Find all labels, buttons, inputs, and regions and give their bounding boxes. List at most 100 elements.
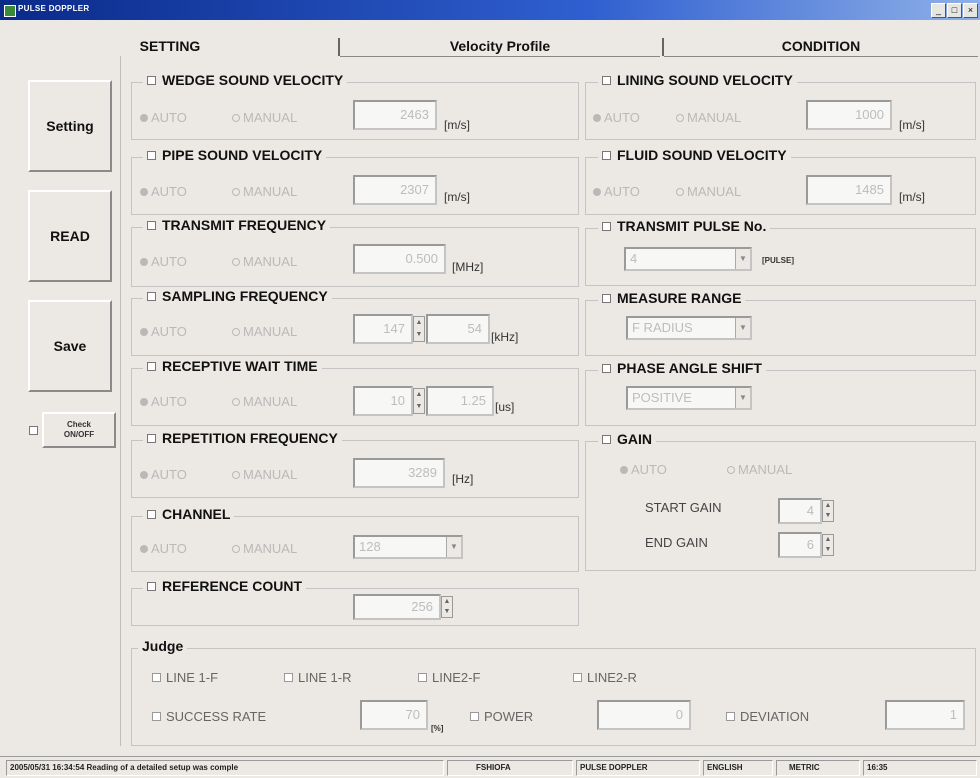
- measure-range-select[interactable]: F RADIUS ▼: [626, 316, 752, 340]
- deviation-field[interactable]: 1: [885, 700, 965, 730]
- wedge-checkbox[interactable]: [147, 75, 156, 85]
- fluid-auto-radio[interactable]: AUTO: [593, 184, 640, 199]
- receptive-wait-spinner[interactable]: ▲ ▼: [413, 388, 425, 414]
- tab-condition[interactable]: CONDITION: [664, 36, 978, 57]
- radio-label: MANUAL: [243, 324, 298, 339]
- phase-angle-select[interactable]: POSITIVE ▼: [626, 386, 752, 410]
- phase-angle-checkbox[interactable]: [602, 363, 611, 373]
- receptive-wait-manual-radio[interactable]: MANUAL: [232, 394, 297, 409]
- sidebar-divider: [120, 56, 121, 746]
- radio-dot: [232, 257, 240, 266]
- pipe-auto-radio[interactable]: AUTO: [140, 184, 187, 199]
- pipe-checkbox[interactable]: [147, 150, 156, 160]
- lining-auto-radio[interactable]: AUTO: [593, 110, 640, 125]
- chevron-down-icon[interactable]: ▼: [446, 537, 461, 557]
- channel-manual-radio[interactable]: MANUAL: [232, 541, 297, 556]
- sampling-frequency-value1-field[interactable]: 147: [353, 314, 413, 344]
- wedge-title-label: WEDGE SOUND VELOCITY: [162, 72, 344, 88]
- pipe-title-label: PIPE SOUND VELOCITY: [162, 147, 323, 163]
- line2r-checkbox[interactable]: LINE2-R: [573, 670, 637, 685]
- radio-dot: [140, 113, 148, 122]
- fluid-value-field[interactable]: 1485: [806, 175, 892, 205]
- wedge-auto-radio[interactable]: AUTO: [140, 110, 187, 125]
- reference-count-checkbox[interactable]: [147, 581, 156, 591]
- transmit-frequency-title: TRANSMIT FREQUENCY: [143, 217, 331, 233]
- line1r-checkbox[interactable]: LINE 1-R: [284, 670, 351, 685]
- checkbox-label: LINE 1-F: [166, 670, 219, 685]
- sampling-frequency-spinner[interactable]: ▲ ▼: [413, 316, 425, 342]
- lining-value-field[interactable]: 1000: [806, 100, 892, 130]
- sampling-frequency-auto-radio[interactable]: AUTO: [140, 324, 187, 339]
- transmit-frequency-auto-radio[interactable]: AUTO: [140, 254, 187, 269]
- lining-manual-radio[interactable]: MANUAL: [676, 110, 741, 125]
- repetition-frequency-manual-radio[interactable]: MANUAL: [232, 467, 297, 482]
- tab-setting[interactable]: SETTING: [125, 36, 215, 56]
- sampling-frequency-title: SAMPLING FREQUENCY: [143, 288, 332, 304]
- reference-count-value-field[interactable]: 256: [353, 594, 441, 620]
- transmit-frequency-manual-radio[interactable]: MANUAL: [232, 254, 297, 269]
- transmit-pulse-select[interactable]: 4 ▼: [624, 247, 752, 271]
- chevron-down-icon[interactable]: ▼: [735, 318, 750, 338]
- transmit-frequency-value-field[interactable]: 0.500: [353, 244, 446, 274]
- repetition-frequency-auto-radio[interactable]: AUTO: [140, 467, 187, 482]
- success-rate-checkbox[interactable]: SUCCESS RATE: [152, 709, 266, 724]
- radio-dot: [140, 187, 148, 196]
- receptive-wait-checkbox[interactable]: [147, 361, 156, 371]
- gain-auto-radio[interactable]: AUTO: [620, 462, 667, 477]
- fluid-checkbox[interactable]: [602, 150, 611, 160]
- check-toggle: Check ON/OFF: [29, 412, 116, 448]
- power-checkbox[interactable]: POWER: [470, 709, 533, 724]
- end-gain-field[interactable]: 6: [778, 532, 822, 558]
- app-icon: [4, 5, 16, 17]
- save-button[interactable]: Save: [28, 300, 112, 392]
- checkbox-box: [152, 673, 161, 682]
- fluid-sound-velocity-group: [585, 157, 976, 215]
- line1f-checkbox[interactable]: LINE 1-F: [152, 670, 218, 685]
- receptive-wait-value2-field[interactable]: 1.25: [426, 386, 494, 416]
- restore-button[interactable]: □: [947, 3, 962, 18]
- channel-auto-radio[interactable]: AUTO: [140, 541, 187, 556]
- radio-label: AUTO: [604, 184, 640, 199]
- wedge-value-field[interactable]: 2463: [353, 100, 437, 130]
- close-button[interactable]: ×: [963, 3, 978, 18]
- checkbox-box: [726, 712, 735, 721]
- gain-manual-radio[interactable]: MANUAL: [727, 462, 792, 477]
- reference-count-spinner[interactable]: ▲ ▼: [441, 596, 453, 618]
- sampling-frequency-value2-field[interactable]: 54: [426, 314, 490, 344]
- check-onoff-button[interactable]: Check ON/OFF: [42, 412, 116, 448]
- start-gain-field[interactable]: 4: [778, 498, 822, 524]
- lining-checkbox[interactable]: [602, 75, 611, 85]
- line2f-checkbox[interactable]: LINE2-F: [418, 670, 480, 685]
- measure-range-checkbox[interactable]: [602, 293, 611, 303]
- receptive-wait-value1-field[interactable]: 10: [353, 386, 413, 416]
- receptive-wait-auto-radio[interactable]: AUTO: [140, 394, 187, 409]
- check-onoff-checkbox[interactable]: [29, 425, 38, 435]
- checkbox-label: LINE 1-R: [298, 670, 352, 685]
- transmit-pulse-title: TRANSMIT PULSE No.: [598, 218, 771, 234]
- power-field[interactable]: 0: [597, 700, 691, 730]
- sampling-frequency-checkbox[interactable]: [147, 291, 156, 301]
- title-bar[interactable]: PULSE DOPPLER _ □ ×: [0, 0, 980, 20]
- setting-button[interactable]: Setting: [28, 80, 112, 172]
- transmit-frequency-checkbox[interactable]: [147, 220, 156, 230]
- pipe-value-field[interactable]: 2307: [353, 175, 437, 205]
- chevron-down-icon[interactable]: ▼: [735, 249, 750, 269]
- tab-velocity-profile[interactable]: Velocity Profile: [340, 36, 660, 57]
- gain-checkbox[interactable]: [602, 434, 611, 444]
- deviation-checkbox[interactable]: DEVIATION: [726, 709, 809, 724]
- start-gain-spinner[interactable]: ▲ ▼: [822, 500, 834, 522]
- channel-select[interactable]: 128 ▼: [353, 535, 463, 559]
- success-rate-field[interactable]: 70: [360, 700, 428, 730]
- repetition-frequency-checkbox[interactable]: [147, 433, 156, 443]
- sampling-frequency-manual-radio[interactable]: MANUAL: [232, 324, 297, 339]
- read-button[interactable]: READ: [28, 190, 112, 282]
- repetition-frequency-value-field[interactable]: 3289: [353, 458, 445, 488]
- pipe-manual-radio[interactable]: MANUAL: [232, 184, 297, 199]
- minimize-button[interactable]: _: [931, 3, 946, 18]
- end-gain-spinner[interactable]: ▲ ▼: [822, 534, 834, 556]
- channel-checkbox[interactable]: [147, 509, 156, 519]
- fluid-manual-radio[interactable]: MANUAL: [676, 184, 741, 199]
- wedge-manual-radio[interactable]: MANUAL: [232, 110, 297, 125]
- chevron-down-icon[interactable]: ▼: [735, 388, 750, 408]
- transmit-pulse-checkbox[interactable]: [602, 221, 611, 231]
